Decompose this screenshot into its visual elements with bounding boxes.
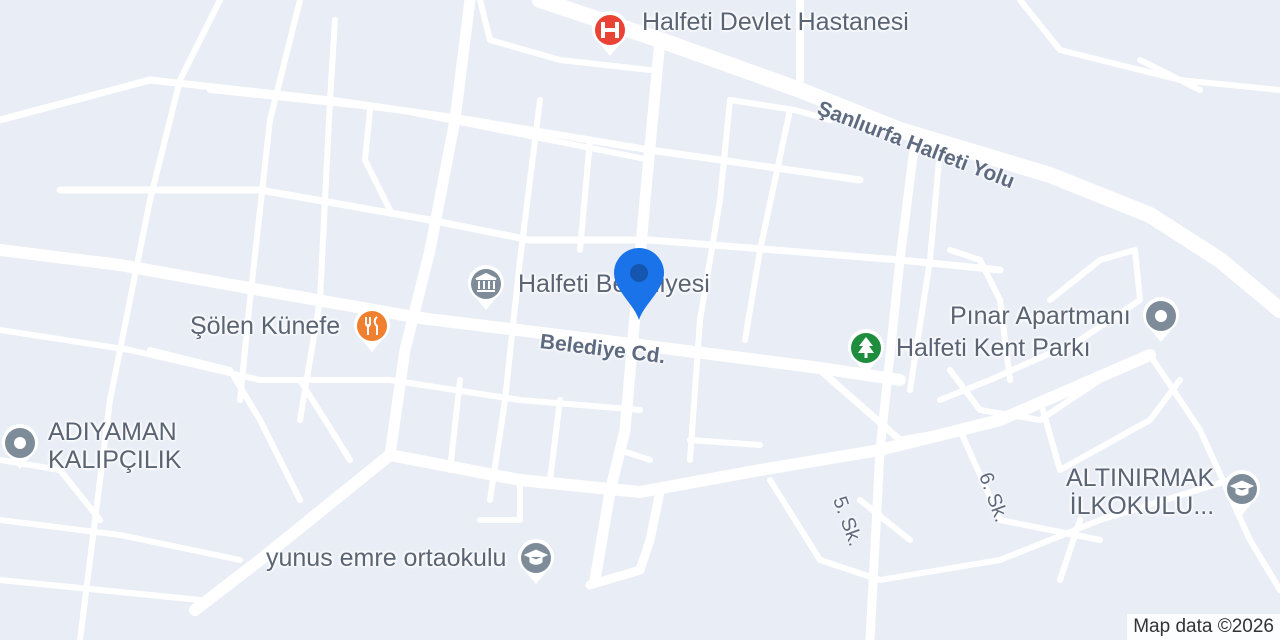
map-canvas[interactable]: Şanlıurfa Halfeti Yolu Belediye Cd. 5. S…	[0, 0, 1280, 640]
location-marker-icon[interactable]	[612, 246, 666, 327]
tree-icon	[846, 326, 886, 374]
poi-hospital-label: Halfeti Devlet Hastanesi	[642, 8, 909, 37]
poi-apartment[interactable]: Pınar Apartmanı	[950, 294, 1181, 342]
poi-middle-school[interactable]: yunus emre ortaokulu	[266, 536, 556, 584]
poi-middle-school-label: yunus emre ortaokulu	[266, 544, 507, 573]
government-building-icon	[466, 262, 506, 310]
place-icon	[0, 421, 40, 469]
restaurant-icon	[352, 304, 392, 352]
poi-apartment-label: Pınar Apartmanı	[950, 302, 1131, 331]
school-icon	[1222, 467, 1262, 515]
school-icon	[516, 536, 556, 584]
place-icon	[1141, 294, 1181, 342]
poi-business-label-line1: ADIYAMAN	[48, 418, 177, 446]
poi-business[interactable]: ADIYAMAN KALIPÇILIK	[0, 416, 181, 474]
poi-primary-school-label-line1: ALTINIRMAK	[1066, 464, 1215, 492]
poi-business-label-line2: KALIPÇILIK	[48, 446, 182, 474]
poi-primary-school[interactable]: ALTINIRMAK İLKOKULU...	[1066, 462, 1262, 520]
poi-hospital[interactable]: Halfeti Devlet Hastanesi	[590, 8, 909, 56]
poi-restaurant[interactable]: Şölen Künefe	[190, 304, 392, 352]
map-attribution: Map data ©2026	[1127, 614, 1280, 640]
poi-municipality[interactable]: Halfeti Belediyesi	[466, 262, 710, 310]
poi-primary-school-label-line2: İLKOKULU...	[1069, 492, 1215, 520]
poi-restaurant-label: Şölen Künefe	[190, 312, 341, 341]
hospital-icon	[590, 8, 630, 56]
